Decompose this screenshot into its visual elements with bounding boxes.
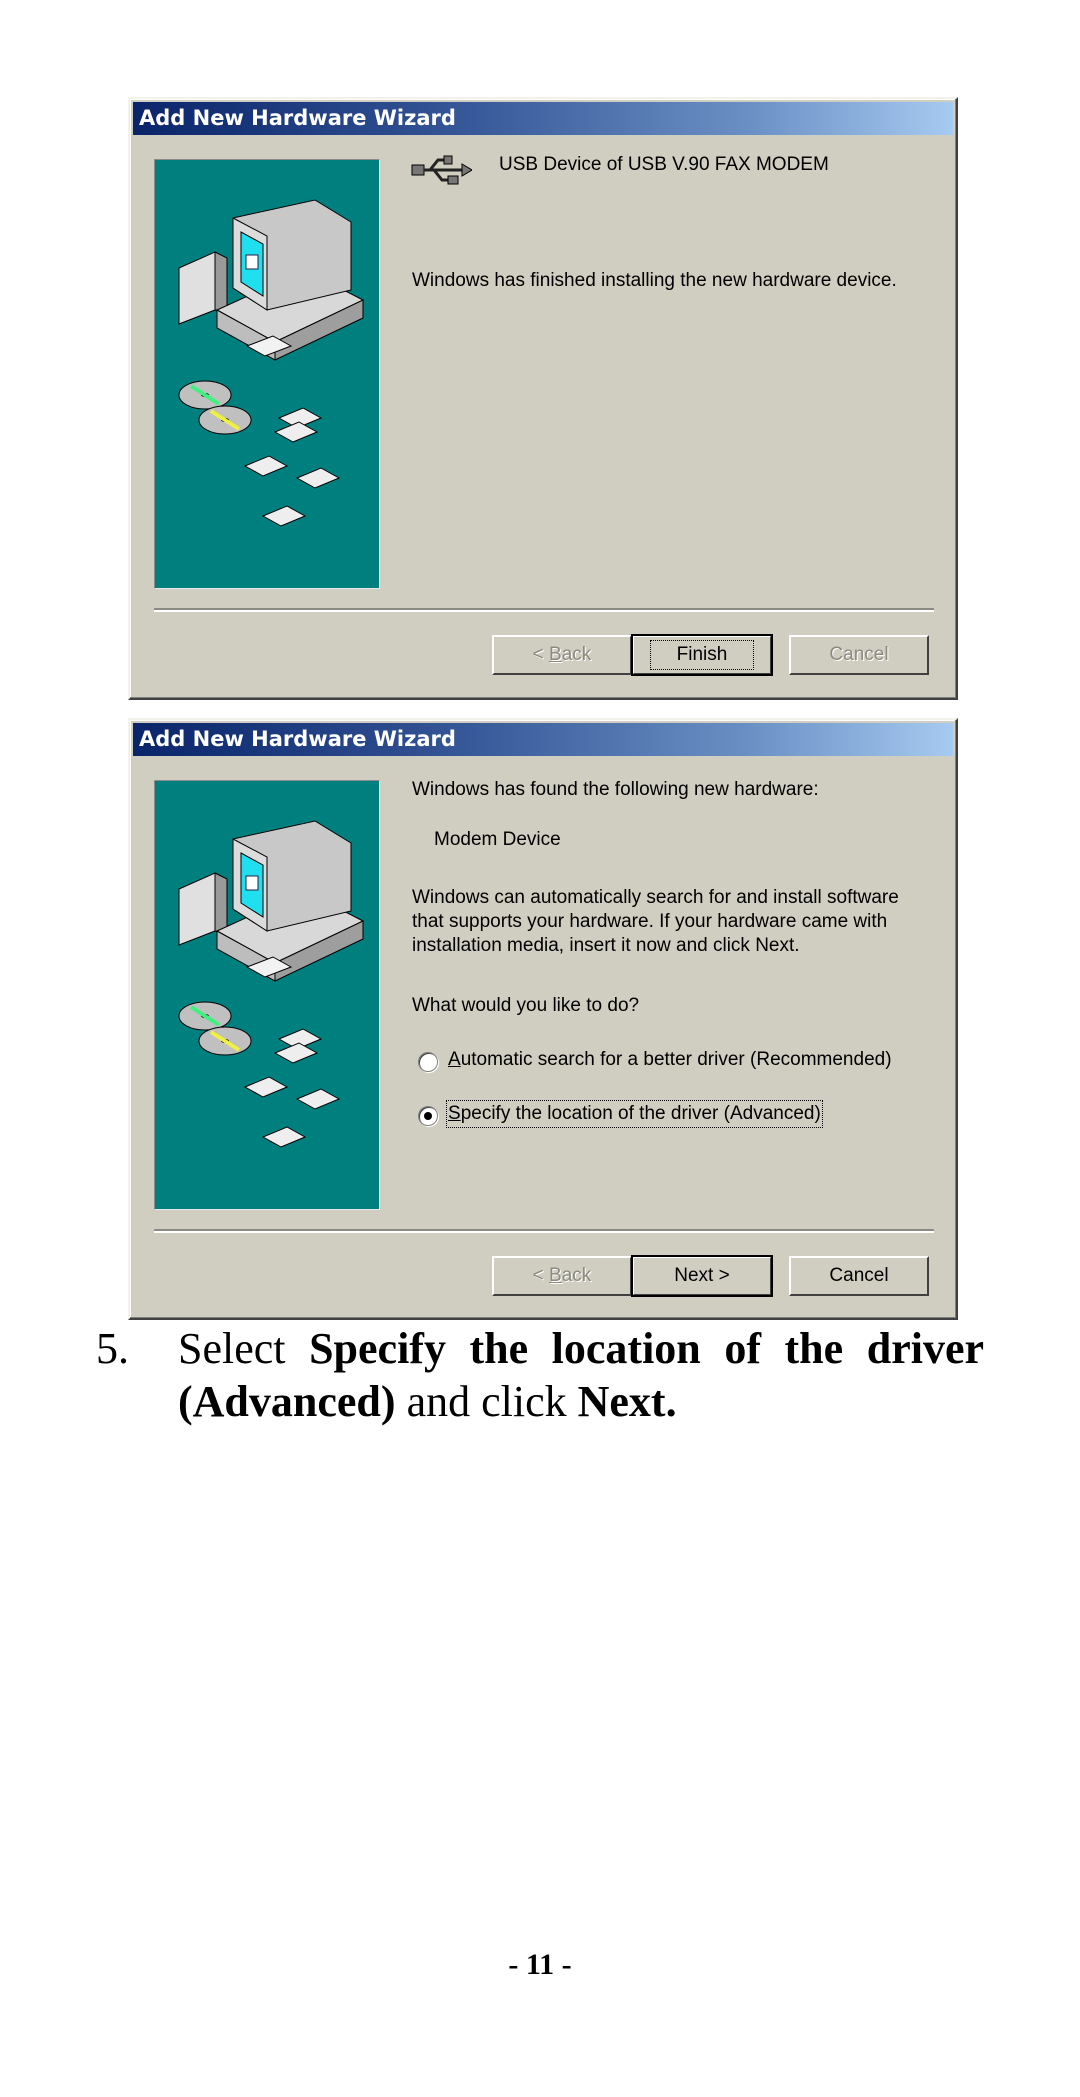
- back-button[interactable]: < Back: [492, 635, 632, 675]
- step-number: 5.: [96, 1324, 129, 1373]
- page-number: - 11 -: [508, 1948, 572, 1981]
- title-bar[interactable]: Add New Hardware Wizard: [133, 723, 953, 756]
- cancel-button[interactable]: Cancel: [789, 635, 929, 675]
- instruction-line-2: (Advanced) and click Next.: [178, 1377, 677, 1426]
- back-button[interactable]: < Back: [492, 1256, 632, 1296]
- separator: [154, 1229, 934, 1233]
- radio-specify-location[interactable]: [418, 1106, 438, 1126]
- instruction-line-1: Select Specify the location of the drive…: [178, 1324, 985, 1373]
- found-hardware-label: Windows has found the following new hard…: [412, 779, 819, 800]
- finished-message: Windows has finished installing the new …: [412, 270, 897, 291]
- wizard-illustration: [154, 159, 380, 589]
- computer-hardware-icon: [178, 820, 365, 1148]
- usb-icon: [410, 154, 473, 191]
- wizard-window-finished: Add New Hardware Wizard USB Device of US…: [128, 97, 958, 700]
- radio-automatic[interactable]: [418, 1052, 438, 1072]
- next-button[interactable]: Next >: [631, 1255, 773, 1297]
- separator: [154, 608, 934, 612]
- question-label: What would you like to do?: [412, 995, 640, 1016]
- device-name: USB Device of USB V.90 FAX MODEM: [499, 154, 829, 175]
- title-bar[interactable]: Add New Hardware Wizard: [133, 102, 953, 135]
- cancel-button[interactable]: Cancel: [789, 1256, 929, 1296]
- description: Windows can automatically search for and…: [412, 887, 899, 956]
- wizard-window-found-hardware: Add New Hardware Wizard Windows has foun…: [128, 718, 958, 1320]
- computer-hardware-icon: [178, 199, 365, 527]
- finish-button[interactable]: Finish: [631, 634, 773, 676]
- wizard-illustration: [154, 780, 380, 1210]
- device-name: Modem Device: [434, 829, 561, 850]
